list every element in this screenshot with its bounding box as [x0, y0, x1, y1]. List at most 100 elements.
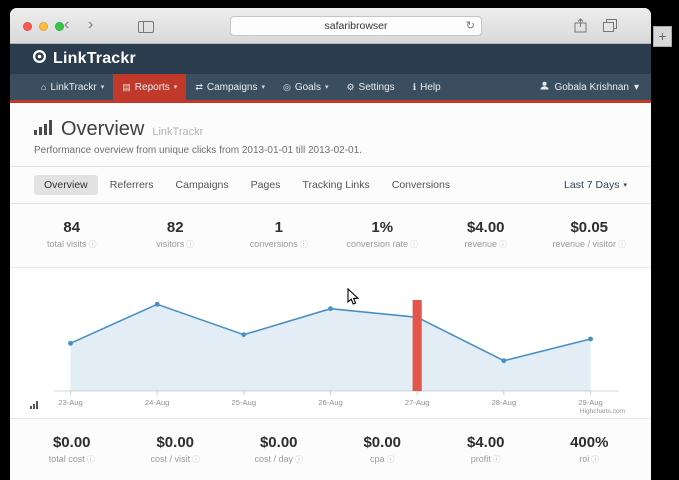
site-header: LinkTrackr: [10, 44, 651, 74]
bar-chart-icon: [34, 120, 53, 140]
svg-text:28-Aug: 28-Aug: [492, 398, 517, 407]
stat-value: $4.00: [434, 434, 538, 451]
stat-label: revenue: [464, 239, 497, 249]
stat-value: 82: [124, 219, 228, 236]
nav-item-reports[interactable]: ▤ Reports ▾: [113, 74, 186, 100]
info-icon[interactable]: ⓘ: [295, 455, 303, 464]
tab-overview[interactable]: Overview: [34, 175, 98, 195]
nav-item-label: LinkTrackr: [50, 82, 96, 93]
stat-value: 84: [20, 219, 124, 236]
info-icon[interactable]: ⓘ: [186, 240, 194, 249]
stat-conversions: 1 conversionsⓘ: [227, 219, 331, 250]
stat-value: $4.00: [434, 219, 538, 236]
sidebar-toggle-icon[interactable]: [138, 20, 154, 38]
overview-chart-panel: 23-Aug24-Aug25-Aug26-Aug27-Aug28-Aug29-A…: [10, 267, 651, 419]
reload-icon[interactable]: ↻: [466, 17, 475, 35]
svg-text:25-Aug: 25-Aug: [232, 398, 257, 407]
tab-pages[interactable]: Pages: [241, 175, 291, 195]
stat-value: 1: [227, 219, 331, 236]
page-title-brand: LinkTrackr: [152, 126, 203, 138]
tab-campaigns[interactable]: Campaigns: [166, 175, 239, 195]
svg-text:27-Aug: 27-Aug: [405, 398, 430, 407]
plus-button[interactable]: +: [653, 26, 672, 47]
settings-icon: ⚙: [346, 82, 354, 93]
info-icon[interactable]: ⓘ: [89, 240, 97, 249]
nav-item-settings[interactable]: ⚙ Settings: [337, 74, 403, 100]
stat-roi: 400% roiⓘ: [538, 434, 642, 465]
browser-forward-button[interactable]: ›: [88, 15, 93, 35]
user-name: Gobala Krishnan: [554, 82, 629, 93]
linktrackr-logo-icon[interactable]: [32, 49, 47, 69]
stat-value: $0.00: [124, 434, 228, 451]
stat-label: total visits: [47, 239, 87, 249]
zoom-window-button[interactable]: [55, 22, 64, 31]
tab-tracking-links[interactable]: Tracking Links: [292, 175, 379, 195]
chevron-down-icon: ▾: [101, 83, 105, 91]
stat-label: cpa: [370, 454, 385, 464]
stat-label: revenue / visitor: [552, 239, 616, 249]
stat-value: $0.00: [227, 434, 331, 451]
minimize-window-button[interactable]: [39, 22, 48, 31]
nav-item-label: Goals: [295, 82, 321, 93]
chevron-down-icon: ▾: [634, 82, 639, 93]
nav-item-label: Reports: [135, 82, 170, 93]
date-range-selector[interactable]: Last 7 Days ▾: [564, 179, 627, 191]
nav-item-campaigns[interactable]: ⇄ Campaigns ▾: [186, 74, 274, 100]
stat-value: 400%: [538, 434, 642, 451]
tab-conversions[interactable]: Conversions: [382, 175, 460, 195]
reports-icon: ▤: [122, 82, 131, 93]
page-subtitle: Performance overview from unique clicks …: [34, 145, 627, 156]
goals-icon: ◎: [283, 82, 291, 93]
nav-item-goals[interactable]: ◎ Goals ▾: [274, 74, 338, 100]
stat-cost-day: $0.00 cost / dayⓘ: [227, 434, 331, 465]
chevron-down-icon: ▾: [174, 83, 178, 91]
info-icon[interactable]: ⓘ: [499, 240, 507, 249]
user-menu[interactable]: Gobala Krishnan ▾: [540, 74, 639, 100]
stat-label: visitors: [156, 239, 184, 249]
page-header: Overview LinkTrackr Performance overview…: [10, 103, 651, 166]
info-icon[interactable]: ⓘ: [618, 240, 626, 249]
page-content: Overview LinkTrackr Performance overview…: [10, 103, 651, 480]
main-nav: ⌂ LinkTrackr ▾ ▤ Reports ▾ ⇄ Campaigns ▾…: [10, 74, 651, 100]
info-icon[interactable]: ⓘ: [410, 240, 418, 249]
stat-profit: $4.00 profitⓘ: [434, 434, 538, 465]
browser-chrome: ‹ › safaribrowser ↻: [10, 8, 651, 44]
stats-row-top: 84 total visitsⓘ 82 visitorsⓘ 1 conversi…: [10, 204, 651, 262]
brand-title[interactable]: LinkTrackr: [53, 50, 136, 68]
chevron-down-icon: ▾: [261, 83, 265, 91]
stat-revenue-visitor: $0.05 revenue / visitorⓘ: [538, 219, 642, 250]
svg-text:26-Aug: 26-Aug: [318, 398, 343, 407]
screenshot-stage: ‹ › safaribrowser ↻ LinkTrackr: [0, 0, 679, 480]
chart-credit-link[interactable]: Highcharts.com: [580, 408, 625, 415]
chevron-down-icon: ▾: [325, 83, 329, 91]
info-icon[interactable]: ⓘ: [591, 455, 599, 464]
nav-item-help[interactable]: ℹ Help: [404, 74, 450, 100]
svg-text:23-Aug: 23-Aug: [58, 398, 83, 407]
info-icon[interactable]: ⓘ: [300, 240, 308, 249]
info-icon[interactable]: ⓘ: [493, 455, 501, 464]
info-icon[interactable]: ⓘ: [192, 455, 200, 464]
address-bar[interactable]: safaribrowser ↻: [230, 16, 482, 36]
info-icon[interactable]: ⓘ: [387, 455, 395, 464]
show-tabs-icon[interactable]: [603, 19, 617, 37]
traffic-lights: [23, 22, 64, 31]
address-bar-text: safaribrowser: [324, 20, 387, 32]
info-icon[interactable]: ⓘ: [87, 455, 95, 464]
help-icon: ℹ: [413, 82, 416, 93]
page-title: Overview: [61, 118, 144, 141]
share-icon[interactable]: [574, 18, 587, 38]
stat-label: roi: [579, 454, 589, 464]
home-icon: ⌂: [41, 82, 46, 92]
stat-label: cost / visit: [150, 454, 190, 464]
close-window-button[interactable]: [23, 22, 32, 31]
tab-referrers[interactable]: Referrers: [100, 175, 164, 195]
stat-conversion-rate: 1% conversion rateⓘ: [331, 219, 435, 250]
overview-chart-svg: 23-Aug24-Aug25-Aug26-Aug27-Aug28-Aug29-A…: [34, 271, 627, 415]
stat-value: $0.05: [538, 219, 642, 236]
stat-cpa: $0.00 cpaⓘ: [331, 434, 435, 465]
campaigns-icon: ⇄: [195, 82, 203, 93]
stat-label: cost / day: [254, 454, 293, 464]
nav-item-linktrackr[interactable]: ⌂ LinkTrackr ▾: [32, 74, 113, 100]
stat-total-cost: $0.00 total costⓘ: [20, 434, 124, 465]
browser-back-button[interactable]: ‹: [64, 15, 69, 35]
